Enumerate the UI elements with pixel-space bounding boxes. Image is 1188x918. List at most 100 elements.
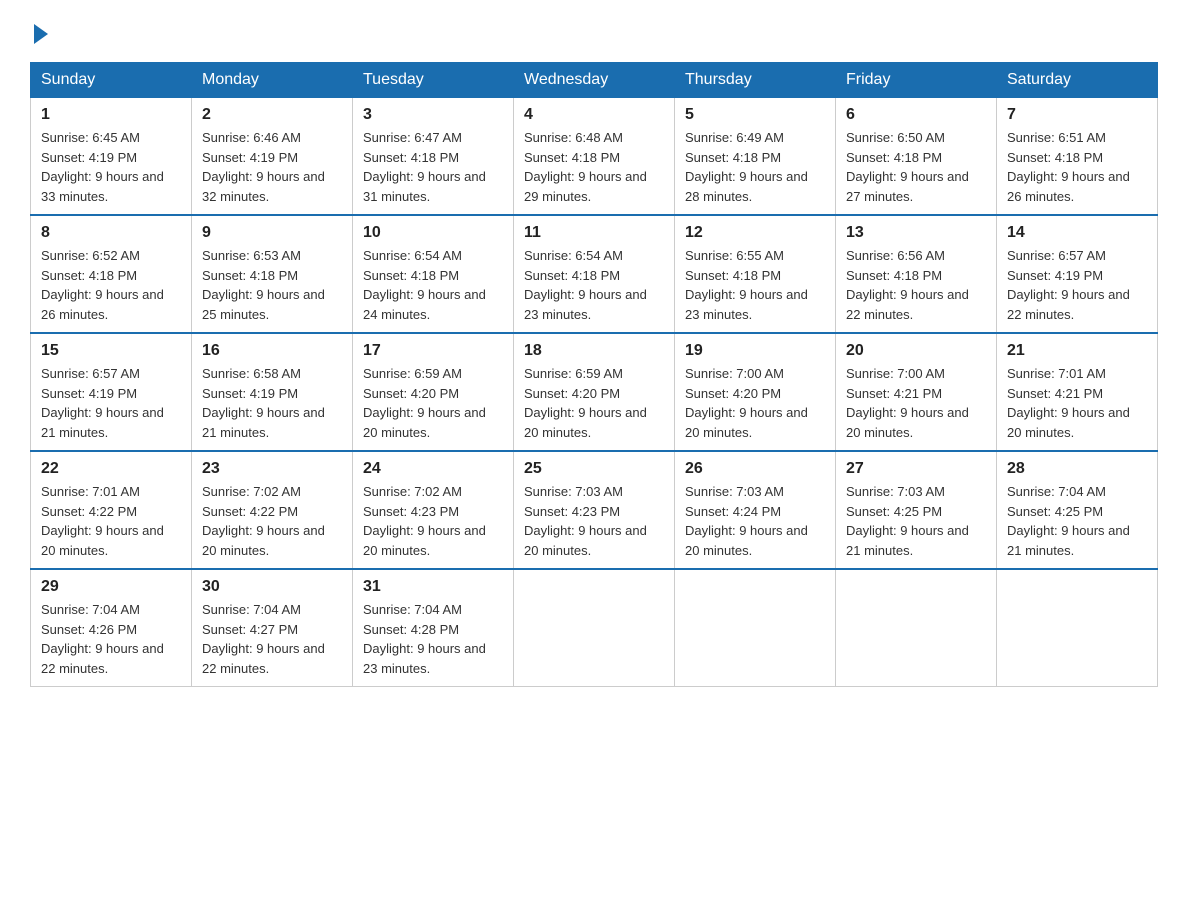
logo: [30, 20, 48, 44]
day-info: Sunrise: 6:55 AMSunset: 4:18 PMDaylight:…: [685, 246, 825, 324]
day-number: 22: [41, 460, 181, 478]
day-info: Sunrise: 6:59 AMSunset: 4:20 PMDaylight:…: [363, 364, 503, 442]
calendar-week-row: 22 Sunrise: 7:01 AMSunset: 4:22 PMDaylig…: [31, 451, 1158, 569]
day-number: 30: [202, 578, 342, 596]
day-info: Sunrise: 7:01 AMSunset: 4:21 PMDaylight:…: [1007, 364, 1147, 442]
day-number: 7: [1007, 106, 1147, 124]
calendar-week-row: 29 Sunrise: 7:04 AMSunset: 4:26 PMDaylig…: [31, 569, 1158, 687]
day-number: 21: [1007, 342, 1147, 360]
table-row: 14 Sunrise: 6:57 AMSunset: 4:19 PMDaylig…: [997, 215, 1158, 333]
calendar-week-row: 1 Sunrise: 6:45 AMSunset: 4:19 PMDayligh…: [31, 98, 1158, 216]
table-row: 17 Sunrise: 6:59 AMSunset: 4:20 PMDaylig…: [353, 333, 514, 451]
day-number: 28: [1007, 460, 1147, 478]
header-friday: Friday: [836, 63, 997, 98]
table-row: [675, 569, 836, 687]
table-row: 1 Sunrise: 6:45 AMSunset: 4:19 PMDayligh…: [31, 98, 192, 216]
day-info: Sunrise: 6:59 AMSunset: 4:20 PMDaylight:…: [524, 364, 664, 442]
day-info: Sunrise: 6:54 AMSunset: 4:18 PMDaylight:…: [524, 246, 664, 324]
table-row: 26 Sunrise: 7:03 AMSunset: 4:24 PMDaylig…: [675, 451, 836, 569]
day-info: Sunrise: 7:04 AMSunset: 4:27 PMDaylight:…: [202, 600, 342, 678]
table-row: 15 Sunrise: 6:57 AMSunset: 4:19 PMDaylig…: [31, 333, 192, 451]
day-number: 10: [363, 224, 503, 242]
day-info: Sunrise: 7:03 AMSunset: 4:25 PMDaylight:…: [846, 482, 986, 560]
table-row: 10 Sunrise: 6:54 AMSunset: 4:18 PMDaylig…: [353, 215, 514, 333]
day-info: Sunrise: 6:48 AMSunset: 4:18 PMDaylight:…: [524, 128, 664, 206]
day-number: 14: [1007, 224, 1147, 242]
day-number: 31: [363, 578, 503, 596]
table-row: [514, 569, 675, 687]
table-row: 3 Sunrise: 6:47 AMSunset: 4:18 PMDayligh…: [353, 98, 514, 216]
table-row: 2 Sunrise: 6:46 AMSunset: 4:19 PMDayligh…: [192, 98, 353, 216]
day-info: Sunrise: 7:04 AMSunset: 4:26 PMDaylight:…: [41, 600, 181, 678]
day-number: 9: [202, 224, 342, 242]
table-row: 27 Sunrise: 7:03 AMSunset: 4:25 PMDaylig…: [836, 451, 997, 569]
table-row: 18 Sunrise: 6:59 AMSunset: 4:20 PMDaylig…: [514, 333, 675, 451]
day-number: 2: [202, 106, 342, 124]
day-info: Sunrise: 6:49 AMSunset: 4:18 PMDaylight:…: [685, 128, 825, 206]
day-info: Sunrise: 6:45 AMSunset: 4:19 PMDaylight:…: [41, 128, 181, 206]
table-row: 28 Sunrise: 7:04 AMSunset: 4:25 PMDaylig…: [997, 451, 1158, 569]
day-number: 27: [846, 460, 986, 478]
day-info: Sunrise: 6:50 AMSunset: 4:18 PMDaylight:…: [846, 128, 986, 206]
day-info: Sunrise: 7:03 AMSunset: 4:24 PMDaylight:…: [685, 482, 825, 560]
table-row: [997, 569, 1158, 687]
day-number: 3: [363, 106, 503, 124]
day-info: Sunrise: 6:53 AMSunset: 4:18 PMDaylight:…: [202, 246, 342, 324]
day-info: Sunrise: 7:00 AMSunset: 4:21 PMDaylight:…: [846, 364, 986, 442]
day-info: Sunrise: 6:54 AMSunset: 4:18 PMDaylight:…: [363, 246, 503, 324]
day-info: Sunrise: 6:51 AMSunset: 4:18 PMDaylight:…: [1007, 128, 1147, 206]
day-number: 26: [685, 460, 825, 478]
day-info: Sunrise: 7:02 AMSunset: 4:22 PMDaylight:…: [202, 482, 342, 560]
day-number: 6: [846, 106, 986, 124]
header-monday: Monday: [192, 63, 353, 98]
page-header: [30, 20, 1158, 44]
header-wednesday: Wednesday: [514, 63, 675, 98]
table-row: 6 Sunrise: 6:50 AMSunset: 4:18 PMDayligh…: [836, 98, 997, 216]
calendar-header-row: Sunday Monday Tuesday Wednesday Thursday…: [31, 63, 1158, 98]
header-saturday: Saturday: [997, 63, 1158, 98]
table-row: 22 Sunrise: 7:01 AMSunset: 4:22 PMDaylig…: [31, 451, 192, 569]
day-info: Sunrise: 6:46 AMSunset: 4:19 PMDaylight:…: [202, 128, 342, 206]
day-number: 15: [41, 342, 181, 360]
day-number: 20: [846, 342, 986, 360]
table-row: [836, 569, 997, 687]
table-row: 16 Sunrise: 6:58 AMSunset: 4:19 PMDaylig…: [192, 333, 353, 451]
day-info: Sunrise: 6:52 AMSunset: 4:18 PMDaylight:…: [41, 246, 181, 324]
calendar-table: Sunday Monday Tuesday Wednesday Thursday…: [30, 62, 1158, 687]
table-row: 9 Sunrise: 6:53 AMSunset: 4:18 PMDayligh…: [192, 215, 353, 333]
day-info: Sunrise: 6:57 AMSunset: 4:19 PMDaylight:…: [1007, 246, 1147, 324]
table-row: 30 Sunrise: 7:04 AMSunset: 4:27 PMDaylig…: [192, 569, 353, 687]
day-info: Sunrise: 7:04 AMSunset: 4:25 PMDaylight:…: [1007, 482, 1147, 560]
day-info: Sunrise: 6:57 AMSunset: 4:19 PMDaylight:…: [41, 364, 181, 442]
table-row: 20 Sunrise: 7:00 AMSunset: 4:21 PMDaylig…: [836, 333, 997, 451]
day-number: 19: [685, 342, 825, 360]
table-row: 23 Sunrise: 7:02 AMSunset: 4:22 PMDaylig…: [192, 451, 353, 569]
table-row: 19 Sunrise: 7:00 AMSunset: 4:20 PMDaylig…: [675, 333, 836, 451]
header-sunday: Sunday: [31, 63, 192, 98]
day-number: 25: [524, 460, 664, 478]
day-number: 17: [363, 342, 503, 360]
header-tuesday: Tuesday: [353, 63, 514, 98]
header-thursday: Thursday: [675, 63, 836, 98]
table-row: 5 Sunrise: 6:49 AMSunset: 4:18 PMDayligh…: [675, 98, 836, 216]
day-number: 4: [524, 106, 664, 124]
day-number: 13: [846, 224, 986, 242]
day-number: 18: [524, 342, 664, 360]
day-number: 16: [202, 342, 342, 360]
table-row: 8 Sunrise: 6:52 AMSunset: 4:18 PMDayligh…: [31, 215, 192, 333]
day-number: 29: [41, 578, 181, 596]
day-number: 12: [685, 224, 825, 242]
table-row: 12 Sunrise: 6:55 AMSunset: 4:18 PMDaylig…: [675, 215, 836, 333]
logo-arrow-icon: [34, 24, 48, 44]
calendar-week-row: 8 Sunrise: 6:52 AMSunset: 4:18 PMDayligh…: [31, 215, 1158, 333]
day-info: Sunrise: 7:01 AMSunset: 4:22 PMDaylight:…: [41, 482, 181, 560]
day-number: 24: [363, 460, 503, 478]
calendar-week-row: 15 Sunrise: 6:57 AMSunset: 4:19 PMDaylig…: [31, 333, 1158, 451]
table-row: 13 Sunrise: 6:56 AMSunset: 4:18 PMDaylig…: [836, 215, 997, 333]
day-info: Sunrise: 6:47 AMSunset: 4:18 PMDaylight:…: [363, 128, 503, 206]
table-row: 4 Sunrise: 6:48 AMSunset: 4:18 PMDayligh…: [514, 98, 675, 216]
table-row: 25 Sunrise: 7:03 AMSunset: 4:23 PMDaylig…: [514, 451, 675, 569]
table-row: 11 Sunrise: 6:54 AMSunset: 4:18 PMDaylig…: [514, 215, 675, 333]
day-info: Sunrise: 7:04 AMSunset: 4:28 PMDaylight:…: [363, 600, 503, 678]
day-info: Sunrise: 7:00 AMSunset: 4:20 PMDaylight:…: [685, 364, 825, 442]
